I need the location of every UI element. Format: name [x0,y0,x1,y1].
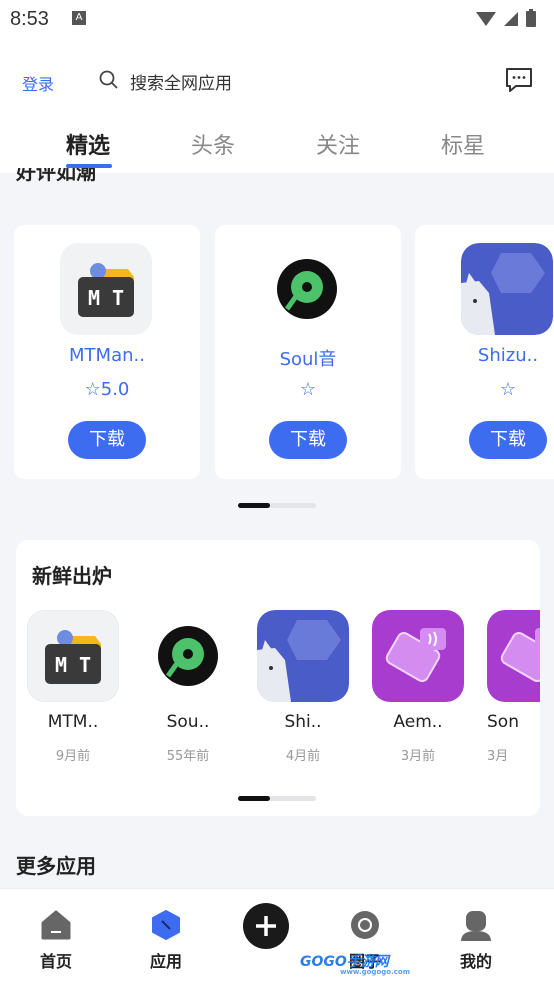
shizuku-cat-icon [257,610,349,702]
app-rating: ☆ [499,379,517,400]
app-rating: ☆ [299,379,317,400]
shizuku-cat-icon [461,243,553,335]
app-card[interactable]: Soul音 ☆ 下载 [215,225,401,479]
app-time: 3月 [487,749,509,764]
watermark-url: www.gogogo.com [340,968,410,976]
profile-icon [460,909,492,945]
nfc-card-icon [487,610,540,702]
watermark: GOGO手游网 www.gogogo.com [300,951,410,976]
nav-label: 首页 [39,952,72,971]
fresh-section: 新鲜出炉 M T MTM.. 9月前 Sou.. 55年前 Shi.. 4月前 … [16,540,540,816]
more-apps-title: 更多应用 [16,854,96,878]
download-button[interactable]: 下载 [68,421,146,459]
tab-following[interactable]: 关注 [316,128,360,160]
app-name: MTM.. [47,712,99,732]
community-icon [349,909,381,945]
app-time: 55年前 [166,749,210,764]
plus-icon[interactable] [243,903,289,949]
search-input[interactable]: 搜索全网应用 [130,69,232,94]
fresh-title: 新鲜出炉 [32,564,112,588]
download-button[interactable]: 下载 [269,421,347,459]
download-button[interactable]: 下载 [469,421,547,459]
nav-home[interactable]: 首页 [16,889,96,986]
app-name[interactable]: MTMan.. [14,345,200,366]
tab-starred[interactable]: 标星 [441,128,485,160]
list-item[interactable]: Aem.. 3月前 [372,610,464,770]
rating-value: 5.0 [100,379,130,400]
app-time: 4月前 [285,749,321,764]
list-item[interactable]: M T MTM.. 9月前 [27,610,119,770]
list-item[interactable]: Sou.. 55年前 [142,610,234,770]
top-rated-title: 好评如潮 [16,168,96,184]
bottom-nav: 首页 应用 圈子 我的 GOGO手游网 www.gogogo.com [0,888,554,986]
message-icon[interactable] [504,66,534,98]
tab-featured[interactable]: 精选 [66,128,110,160]
status-indicators [474,8,544,34]
login-link[interactable]: 登录 [22,71,54,95]
svg-text:M T: M T [88,286,124,310]
svg-text:M T: M T [55,653,91,677]
vinyl-disc-icon [261,243,353,335]
list-item[interactable]: Shi.. 4月前 [257,610,349,770]
app-time: 3月前 [400,749,436,764]
header: 登录 搜索全网应用 精选 头条 关注 标星 [0,38,554,173]
app-time: 9月前 [55,749,91,764]
app-name: Sou.. [166,712,210,732]
search-icon[interactable] [98,69,120,95]
list-item[interactable]: Son 3月 [487,610,540,770]
mt-manager-icon: M T [27,610,119,702]
status-time: 8:53 [10,8,49,30]
top-rated-carousel[interactable]: M T MTMan.. ☆5.0 下载 Soul音 ☆ 下载 Shizu.. ☆… [0,225,554,481]
tab-headlines[interactable]: 头条 [191,128,235,160]
app-card[interactable]: Shizu.. ☆ 下载 [415,225,554,479]
notification-icon: A [72,11,86,25]
nav-label: 应用 [149,952,182,971]
signal-icon [476,9,536,27]
mt-manager-icon: M T [60,243,152,335]
nfc-card-icon [372,610,464,702]
vinyl-disc-icon [142,610,234,702]
app-rating: ☆5.0 [84,379,130,400]
home-icon [40,909,72,945]
tab-bar: 精选 头条 关注 标星 [0,128,554,168]
status-bar: 8:53 A [0,0,554,38]
apps-icon [150,909,182,945]
nav-apps[interactable]: 应用 [126,889,206,986]
carousel-indicator [238,503,316,508]
app-name: Aem.. [393,712,443,732]
app-name[interactable]: Shizu.. [415,345,554,366]
nav-label: 我的 [459,952,492,971]
app-name[interactable]: Soul音 [215,345,401,371]
app-name: Shi.. [284,712,322,732]
app-card[interactable]: M T MTMan.. ☆5.0 下载 [14,225,200,479]
app-name: Son [487,712,519,732]
nav-profile[interactable]: 我的 [436,889,516,986]
carousel-indicator [238,796,316,801]
